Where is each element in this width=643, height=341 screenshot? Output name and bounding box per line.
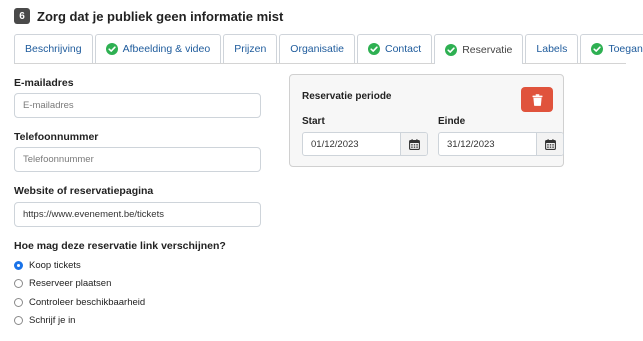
check-circle-icon xyxy=(445,43,458,56)
radio-option-reserveer-plaatsen[interactable]: Reserveer plaatsen xyxy=(14,275,145,294)
reservation-period-panel: Reservatie periode Start 01/12/2023 Eind… xyxy=(289,74,564,167)
website-input[interactable] xyxy=(14,202,261,227)
tab-label: Reservatie xyxy=(462,43,513,56)
tab-label: Afbeelding & video xyxy=(122,43,211,55)
calendar-icon xyxy=(544,138,556,150)
radio-label: Reserveer plaatsen xyxy=(29,278,112,290)
tab-contact[interactable]: Contact xyxy=(357,34,433,63)
tab-afbeelding-video[interactable]: Afbeelding & video xyxy=(94,34,222,63)
radio-button-selected[interactable] xyxy=(14,260,23,270)
email-input[interactable] xyxy=(14,93,261,118)
website-label: Website of reservatiepagina xyxy=(14,185,154,197)
end-date-label: Einde xyxy=(438,116,466,127)
radio-label: Schrijf je in xyxy=(29,315,76,327)
check-circle-icon xyxy=(105,43,118,55)
step-header: 6 Zorg dat je publiek geen informatie mi… xyxy=(14,8,283,24)
check-circle-icon xyxy=(368,43,380,55)
check-circle-icon xyxy=(591,43,604,55)
delete-period-button[interactable] xyxy=(521,87,553,112)
radio-option-koop-tickets[interactable]: Koop tickets xyxy=(14,256,145,275)
radio-button[interactable] xyxy=(14,316,23,326)
end-date-input[interactable]: 31/12/2023 xyxy=(438,132,564,156)
tab-bar: Beschrijving Afbeelding & video Prijzen … xyxy=(14,34,643,64)
tab-prijzen[interactable]: Prijzen xyxy=(223,34,278,63)
step-title: Zorg dat je publiek geen informatie mist xyxy=(37,8,284,24)
end-date-picker-button[interactable] xyxy=(536,133,563,155)
tab-label: Contact xyxy=(385,43,422,55)
trash-icon xyxy=(532,93,542,106)
start-date-input[interactable]: 01/12/2023 xyxy=(302,132,428,156)
reservation-period-title: Reservatie periode xyxy=(302,91,392,102)
calendar-icon xyxy=(408,138,420,150)
link-label-radio-group: Koop tickets Reserveer plaatsen Controle… xyxy=(14,256,145,330)
phone-input[interactable] xyxy=(14,147,261,172)
tab-label: Labels xyxy=(536,43,568,55)
radio-option-controleer-beschikbaarheid[interactable]: Controleer beschikbaarheid xyxy=(14,293,145,312)
tab-labels[interactable]: Labels xyxy=(525,34,579,63)
start-date-value[interactable]: 01/12/2023 xyxy=(303,133,400,155)
step-number-badge: 6 xyxy=(14,8,30,24)
tab-label: Toegang xyxy=(608,43,643,55)
email-label: E-mailadres xyxy=(14,77,74,89)
tab-label: Beschrijving xyxy=(25,43,82,55)
radio-button[interactable] xyxy=(14,297,23,307)
tab-toegang[interactable]: Toegang xyxy=(580,34,643,63)
tab-reservatie[interactable]: Reservatie xyxy=(434,34,524,64)
start-date-label: Start xyxy=(302,116,325,127)
radio-label: Koop tickets xyxy=(29,259,81,271)
radio-button[interactable] xyxy=(14,279,23,289)
start-date-picker-button[interactable] xyxy=(400,133,427,155)
radio-option-schrijf-je-in[interactable]: Schrijf je in xyxy=(14,312,145,331)
tab-organisatie[interactable]: Organisatie xyxy=(279,34,355,63)
tab-label: Prijzen xyxy=(234,43,267,55)
tab-label: Organisatie xyxy=(290,43,344,55)
tab-beschrijving[interactable]: Beschrijving xyxy=(14,34,93,63)
phone-label: Telefoonnummer xyxy=(14,131,99,143)
link-label-question: Hoe mag deze reservatie link verschijnen… xyxy=(14,240,226,252)
radio-label: Controleer beschikbaarheid xyxy=(29,296,146,308)
end-date-value[interactable]: 31/12/2023 xyxy=(439,133,536,155)
